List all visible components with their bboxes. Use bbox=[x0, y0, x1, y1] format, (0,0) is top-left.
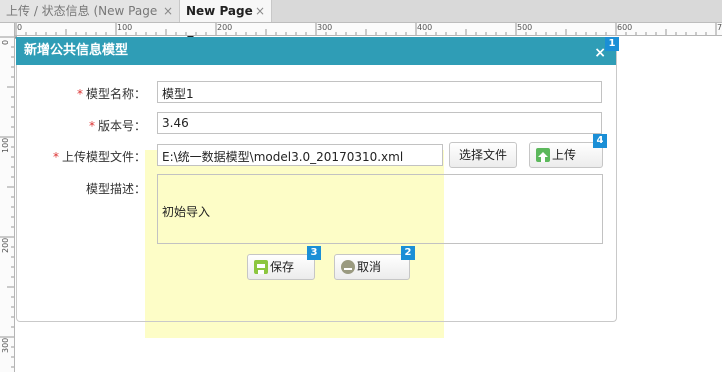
ruler-label: 300 bbox=[317, 23, 333, 32]
dialog-header: 新增公共信息模型 × bbox=[16, 37, 616, 65]
tab-close-icon[interactable]: × bbox=[255, 0, 265, 22]
model-name-label: * 模型名称： bbox=[36, 85, 146, 102]
upload-button-label: 上传 bbox=[552, 148, 577, 162]
ruler-label: 300 bbox=[1, 337, 10, 353]
model-name-input[interactable]: 模型1 bbox=[157, 81, 602, 103]
annotation-badge-upload: 4 bbox=[593, 134, 607, 148]
cancel-button-label: 取消 bbox=[357, 260, 382, 274]
tab-status-info[interactable]: 上传 / 状态信息 (New Page 1) × bbox=[0, 0, 180, 40]
model-name-label-text: 模型名称： bbox=[85, 87, 146, 101]
ruler-label: 100 bbox=[117, 23, 133, 32]
ruler-vertical: 0 100 200 300 bbox=[0, 23, 15, 372]
version-input[interactable]: 3.46 bbox=[157, 112, 602, 134]
upload-arrow-icon bbox=[536, 148, 550, 162]
required-marker: * bbox=[88, 119, 95, 133]
annotation-badge-cancel: 2 bbox=[401, 246, 415, 260]
minus-circle-icon bbox=[341, 260, 355, 274]
ruler-label: 200 bbox=[1, 237, 10, 253]
tab-new-page-1[interactable]: New Page 1 × bbox=[180, 0, 272, 40]
upload-file-path-input[interactable]: E:\统一数据模型\model3.0_20170310.xml bbox=[157, 144, 443, 166]
upload-file-label-text: 上传模型文件： bbox=[61, 150, 146, 164]
ruler-label: 0 bbox=[1, 39, 10, 45]
version-label-text: 版本号： bbox=[97, 119, 146, 133]
select-file-button-label: 选择文件 bbox=[458, 148, 507, 162]
ruler-label: 500 bbox=[517, 23, 533, 32]
description-textarea[interactable]: 初始导入 bbox=[157, 174, 603, 244]
ruler-label: 200 bbox=[217, 23, 233, 32]
upload-button[interactable]: 上传 bbox=[529, 142, 603, 168]
ruler-horizontal: 0 100 200 300 400 500 600 7 bbox=[15, 23, 722, 36]
ruler-label: 600 bbox=[617, 23, 633, 32]
select-file-button[interactable]: 选择文件 bbox=[449, 142, 517, 168]
ruler-label: 0 bbox=[17, 23, 23, 32]
annotation-badge-save: 3 bbox=[307, 246, 321, 260]
annotation-badge-close: 1 bbox=[605, 37, 619, 51]
save-button-label: 保存 bbox=[270, 260, 295, 274]
required-marker: * bbox=[52, 150, 59, 164]
upload-file-label: * 上传模型文件： bbox=[22, 148, 146, 165]
cancel-button[interactable]: 取消 bbox=[334, 254, 410, 280]
description-label: 模型描述： bbox=[85, 182, 146, 196]
tab-bar: 上传 / 状态信息 (New Page 1) × New Page 1 × bbox=[0, 0, 722, 40]
tab-close-icon[interactable]: × bbox=[163, 0, 173, 22]
required-marker: * bbox=[76, 87, 83, 101]
version-label: * 版本号： bbox=[36, 117, 146, 134]
save-button[interactable]: 保存 bbox=[247, 254, 315, 280]
ruler-label: 100 bbox=[1, 137, 10, 153]
dialog-title: 新增公共信息模型 bbox=[24, 43, 129, 58]
ruler-ticks bbox=[0, 36, 14, 368]
ruler-label: 400 bbox=[417, 23, 433, 32]
ruler-label: 7 bbox=[717, 23, 722, 32]
floppy-disk-icon bbox=[254, 260, 268, 274]
